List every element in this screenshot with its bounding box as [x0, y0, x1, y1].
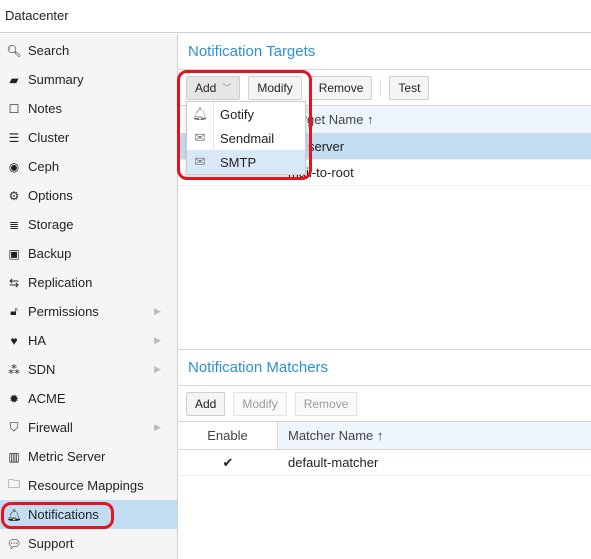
sidebar-item-cluster[interactable]: ☰ Cluster: [0, 123, 177, 152]
sidebar-item-permissions[interactable]: 🔓︎ Permissions ▶: [0, 297, 177, 326]
panel-title: Notification Targets: [178, 34, 591, 70]
certificate-icon: ✹: [8, 391, 20, 406]
column-header-target-name[interactable]: Target Name ↑: [278, 106, 591, 133]
highlight-annotation: [177, 70, 312, 180]
ceph-icon: ◉: [8, 159, 20, 174]
sidebar-item-firewall[interactable]: ⛉ Firewall ▶: [0, 413, 177, 442]
column-header-matcher-name[interactable]: Matcher Name ↑: [277, 422, 591, 449]
sidebar-item-label: Ceph: [28, 159, 60, 174]
table-row[interactable]: ✔ default-matcher: [178, 450, 591, 476]
modify-button[interactable]: Modify: [233, 391, 287, 416]
sidebar-item-label: Replication: [28, 275, 93, 290]
sidebar-item-label: Cluster: [28, 130, 70, 145]
sdn-icon: ⁂: [8, 362, 20, 377]
test-button[interactable]: Test: [389, 75, 430, 100]
sidebar-item-acme[interactable]: ✹ ACME: [0, 384, 177, 413]
header-title: Datacenter: [0, 0, 591, 33]
matchers-grid-header: Enable Matcher Name ↑: [178, 422, 591, 450]
sidebar-item-label: Storage: [28, 217, 74, 232]
comments-icon: 💬︎: [6, 536, 22, 551]
sidebar-item-label: Metric Server: [28, 449, 106, 464]
chevron-right-icon: ▶: [154, 422, 161, 432]
sidebar-item-metric-server[interactable]: ▥ Metric Server: [0, 442, 177, 471]
sidebar-item-support[interactable]: 💬︎ Support: [0, 529, 177, 558]
sidebar-item-label: Permissions: [28, 304, 99, 319]
sidebar-item-label: Support: [28, 536, 74, 551]
sidebar-item-label: Search: [28, 43, 70, 58]
sidebar-item-ha[interactable]: ♥ HA ▶: [0, 326, 177, 355]
sidebar-item-backup[interactable]: ▣ Backup: [0, 239, 177, 268]
chevron-right-icon: ▶: [154, 306, 161, 316]
sidebar-item-label: ACME: [28, 391, 66, 406]
add-button[interactable]: Add: [186, 391, 226, 416]
matcher-name: default-matcher: [288, 455, 379, 470]
sidebar-item-label: HA: [28, 333, 47, 348]
sidebar: 🔍︎ Search ▰ Summary ☐ Notes ☰ Cluster ◉ Ceph ⚙ Opti…: [0, 34, 178, 559]
highlight-annotation: [1, 502, 114, 529]
sidebar-item-options[interactable]: ⚙ Options: [0, 181, 177, 210]
sidebar-item-label: Notes: [28, 101, 62, 116]
sidebar-item-label: Summary: [28, 72, 84, 87]
sidebar-item-ceph[interactable]: ◉ Ceph: [0, 152, 177, 181]
check-icon: ✔: [222, 454, 234, 470]
server-icon: ☰: [8, 130, 20, 145]
matchers-toolbar: Add Modify Remove: [178, 386, 591, 422]
chevron-right-icon: ▶: [154, 364, 161, 374]
folder-icon: 🗀: [7, 477, 20, 491]
sidebar-item-replication[interactable]: ⇆ Replication: [0, 268, 177, 297]
heartbeat-icon: ♥: [10, 333, 18, 348]
book-icon: ▰: [9, 72, 19, 87]
search-icon: 🔍︎: [6, 43, 22, 58]
bar-chart-icon: ▥: [8, 449, 20, 464]
chevron-right-icon: ▶: [154, 335, 161, 345]
sidebar-item-label: SDN: [28, 362, 56, 377]
sidebar-item-sdn[interactable]: ⁂ SDN ▶: [0, 355, 177, 384]
sidebar-item-notes[interactable]: ☐ Notes: [0, 94, 177, 123]
sidebar-item-label: Resource Mappings: [28, 478, 144, 493]
sidebar-item-storage[interactable]: ≣ Storage: [0, 210, 177, 239]
note-icon: ☐: [8, 101, 20, 116]
gear-icon: ⚙: [8, 188, 20, 203]
panel-title: Notification Matchers: [178, 350, 591, 386]
remove-button[interactable]: Remove: [294, 391, 358, 416]
sidebar-item-label: Options: [28, 188, 73, 203]
sidebar-item-label: Firewall: [28, 420, 73, 435]
sidebar-item-search[interactable]: 🔍︎ Search: [0, 36, 177, 65]
retweet-icon: ⇆: [8, 275, 20, 290]
sidebar-item-label: Backup: [28, 246, 72, 261]
sidebar-item-resource-mappings[interactable]: 🗀 Resource Mappings: [0, 471, 177, 500]
database-icon: ≣: [8, 217, 20, 232]
toolbar-separator: [380, 78, 382, 97]
column-header-enable[interactable]: Enable: [178, 422, 277, 449]
unlock-icon: 🔓︎: [10, 304, 18, 318]
floppy-icon: ▣: [8, 246, 20, 261]
matchers-panel: Notification Matchers Add Modify Remove …: [178, 350, 591, 476]
shield-icon: ⛉: [9, 420, 19, 434]
remove-button[interactable]: Remove: [309, 75, 373, 100]
sidebar-item-summary[interactable]: ▰ Summary: [0, 65, 177, 94]
